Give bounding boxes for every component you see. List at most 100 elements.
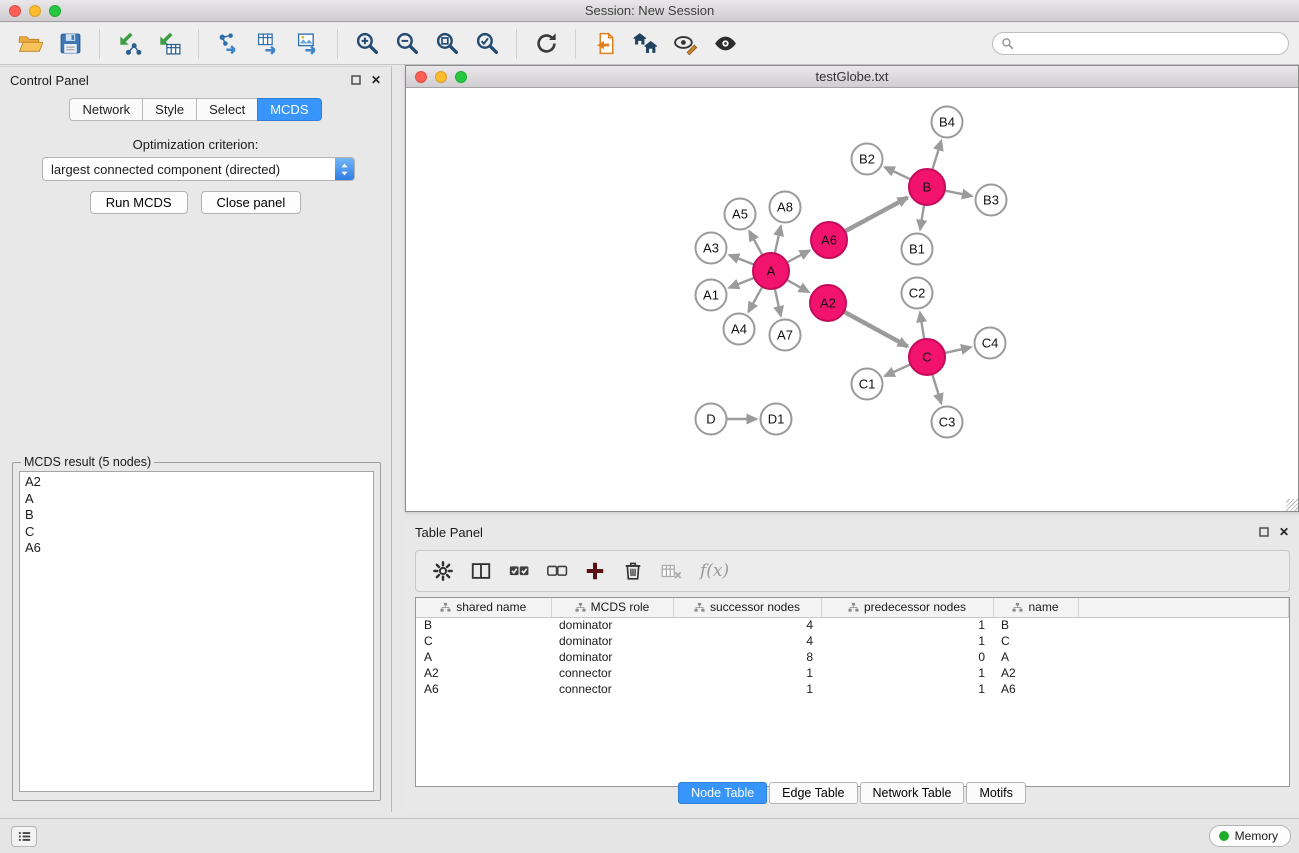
edge-A-A4[interactable] bbox=[748, 287, 762, 312]
search-box[interactable] bbox=[992, 32, 1289, 55]
float-panel-icon[interactable] bbox=[351, 75, 361, 85]
cell-name[interactable]: A bbox=[993, 649, 1078, 665]
node-A7[interactable]: A7 bbox=[770, 320, 801, 351]
column-header-name[interactable]: name bbox=[993, 598, 1078, 617]
node-B3[interactable]: B3 bbox=[976, 185, 1007, 216]
cell-name[interactable]: C bbox=[993, 633, 1078, 649]
edge-A-A1[interactable] bbox=[729, 278, 754, 288]
cell-name[interactable]: B bbox=[993, 617, 1078, 633]
clear-selection-button[interactable] bbox=[542, 556, 572, 586]
zoom-in-button[interactable] bbox=[350, 27, 384, 61]
node-A3[interactable]: A3 bbox=[696, 233, 727, 264]
edge-B-B1[interactable] bbox=[920, 205, 924, 230]
export-network-button[interactable] bbox=[211, 27, 245, 61]
network-window-titlebar[interactable]: testGlobe.txt bbox=[406, 66, 1298, 88]
node-B1[interactable]: B1 bbox=[902, 234, 933, 265]
edge-A-A6[interactable] bbox=[787, 250, 810, 262]
cell-shared-name[interactable]: C bbox=[416, 633, 551, 649]
tab-network-table[interactable]: Network Table bbox=[860, 782, 965, 804]
cell-predecessor-nodes[interactable]: 1 bbox=[821, 665, 993, 681]
zoom-selected-button[interactable] bbox=[470, 27, 504, 61]
cell-successor-nodes[interactable]: 1 bbox=[673, 665, 821, 681]
mcds-result-item[interactable]: C bbox=[25, 524, 368, 541]
node-A1[interactable]: A1 bbox=[696, 280, 727, 311]
close-table-panel-icon[interactable]: ✕ bbox=[1279, 525, 1289, 539]
edge-C-C1[interactable] bbox=[885, 364, 911, 376]
cell-shared-name[interactable]: A bbox=[416, 649, 551, 665]
mcds-result-item[interactable]: A6 bbox=[25, 540, 368, 557]
node-B2[interactable]: B2 bbox=[852, 144, 883, 175]
resize-grip[interactable] bbox=[1286, 499, 1298, 511]
node-A5[interactable]: A5 bbox=[725, 199, 756, 230]
import-table-button[interactable] bbox=[152, 27, 186, 61]
zoom-fit-button[interactable] bbox=[430, 27, 464, 61]
node-A4[interactable]: A4 bbox=[724, 314, 755, 345]
search-input[interactable] bbox=[1019, 36, 1280, 51]
document-arrow-button[interactable] bbox=[588, 27, 622, 61]
cell-shared-name[interactable]: B bbox=[416, 617, 551, 633]
column-header-successor-nodes[interactable]: successor nodes bbox=[673, 598, 821, 617]
edge-C-C3[interactable] bbox=[932, 374, 941, 403]
maximize-window-button[interactable] bbox=[49, 5, 61, 17]
edge-A-A8[interactable] bbox=[775, 226, 781, 253]
edge-A-A3[interactable] bbox=[729, 255, 754, 265]
mcds-result-item[interactable]: B bbox=[25, 507, 368, 524]
node-C2[interactable]: C2 bbox=[902, 278, 933, 309]
eye-button[interactable] bbox=[708, 27, 742, 61]
close-window-button[interactable] bbox=[9, 5, 21, 17]
table-row[interactable]: Bdominator41B bbox=[416, 617, 1289, 633]
cell-mcds-role[interactable]: dominator bbox=[551, 649, 673, 665]
zoom-out-button[interactable] bbox=[390, 27, 424, 61]
tab-network[interactable]: Network bbox=[69, 98, 142, 121]
tab-mcds[interactable]: MCDS bbox=[257, 98, 321, 121]
cell-name[interactable]: A6 bbox=[993, 681, 1078, 697]
cell-predecessor-nodes[interactable]: 1 bbox=[821, 681, 993, 697]
open-folder-button[interactable] bbox=[13, 27, 47, 61]
edge-A6-B[interactable] bbox=[845, 198, 908, 232]
edge-B-B2[interactable] bbox=[885, 167, 911, 179]
network-maximize-button[interactable] bbox=[455, 71, 467, 83]
save-button[interactable] bbox=[53, 27, 87, 61]
network-close-button[interactable] bbox=[415, 71, 427, 83]
node-D1[interactable]: D1 bbox=[761, 404, 792, 435]
criterion-dropdown[interactable]: largest connected component (directed) bbox=[42, 157, 355, 181]
export-image-button[interactable] bbox=[291, 27, 325, 61]
network-graph[interactable]: B4B2BB3A5A8A6B1A3AC2A1A2A4A7C4CC1C3DD1 bbox=[406, 89, 1298, 511]
minimize-window-button[interactable] bbox=[29, 5, 41, 17]
float-table-panel-icon[interactable] bbox=[1259, 527, 1269, 537]
network-canvas[interactable]: B4B2BB3A5A8A6B1A3AC2A1A2A4A7C4CC1C3DD1 bbox=[406, 89, 1298, 511]
cell-successor-nodes[interactable]: 1 bbox=[673, 681, 821, 697]
delete-row-button[interactable] bbox=[618, 556, 648, 586]
tab-motifs[interactable]: Motifs bbox=[966, 782, 1025, 804]
cell-shared-name[interactable]: A6 bbox=[416, 681, 551, 697]
node-C[interactable]: C bbox=[909, 339, 945, 375]
eye-pen-button[interactable] bbox=[668, 27, 702, 61]
table-row[interactable]: A2connector11A2 bbox=[416, 665, 1289, 681]
edge-C-C2[interactable] bbox=[920, 312, 924, 339]
tab-edge-table[interactable]: Edge Table bbox=[769, 782, 857, 804]
edge-A-A7[interactable] bbox=[775, 289, 781, 316]
node-A8[interactable]: A8 bbox=[770, 192, 801, 223]
cell-successor-nodes[interactable]: 8 bbox=[673, 649, 821, 665]
select-all-button[interactable] bbox=[504, 556, 534, 586]
cell-predecessor-nodes[interactable]: 0 bbox=[821, 649, 993, 665]
column-header-predecessor-nodes[interactable]: predecessor nodes bbox=[821, 598, 993, 617]
task-history-button[interactable] bbox=[11, 826, 37, 847]
table-row[interactable]: A6connector11A6 bbox=[416, 681, 1289, 697]
mcds-result-item[interactable]: A bbox=[25, 491, 368, 508]
edge-C-C4[interactable] bbox=[945, 347, 971, 353]
memory-button[interactable]: Memory bbox=[1209, 825, 1291, 847]
column-header-mcds-role[interactable]: MCDS role bbox=[551, 598, 673, 617]
cell-mcds-role[interactable]: connector bbox=[551, 681, 673, 697]
edge-B-B4[interactable] bbox=[932, 141, 941, 170]
table-row[interactable]: Cdominator41C bbox=[416, 633, 1289, 649]
node-B4[interactable]: B4 bbox=[932, 107, 963, 138]
add-row-button[interactable] bbox=[580, 556, 610, 586]
node-C3[interactable]: C3 bbox=[932, 407, 963, 438]
cell-name[interactable]: A2 bbox=[993, 665, 1078, 681]
tab-node-table[interactable]: Node Table bbox=[678, 782, 767, 804]
node-C4[interactable]: C4 bbox=[975, 328, 1006, 359]
hide-table-button[interactable] bbox=[656, 556, 686, 586]
run-mcds-button[interactable]: Run MCDS bbox=[90, 191, 188, 214]
network-minimize-button[interactable] bbox=[435, 71, 447, 83]
